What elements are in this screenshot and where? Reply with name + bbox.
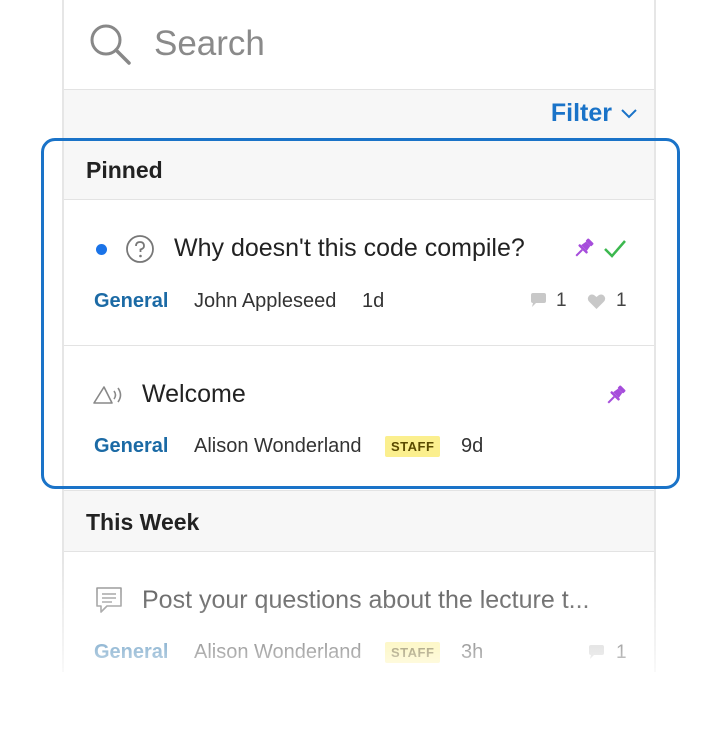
unread-indicator: [96, 244, 107, 255]
thread-author: John Appleseed: [194, 290, 337, 312]
thread-author: Alison Wonderland: [194, 435, 362, 457]
comment-icon: [531, 293, 546, 307]
comment-count: 1: [556, 290, 567, 311]
announcement-icon: [93, 386, 122, 404]
thread-row[interactable]: Why doesn't this code compile? General J…: [64, 200, 654, 345]
thread-category[interactable]: General: [94, 641, 168, 664]
filter-label: Filter: [550, 99, 612, 127]
section-header-this-week: This Week: [64, 490, 654, 552]
heart-icon: [587, 294, 606, 309]
staff-badge: STAFF: [385, 436, 441, 457]
bottom-blank-area: [0, 672, 724, 734]
check-icon: [604, 240, 626, 258]
section-title: This Week: [86, 509, 200, 535]
section-title: Pinned: [86, 157, 163, 183]
discussion-icon: [96, 587, 122, 613]
chevron-down-icon: [621, 108, 637, 118]
thread-category[interactable]: General: [94, 290, 168, 313]
thread-title: Welcome: [142, 380, 246, 408]
thread-row[interactable]: Welcome General Alison Wonderland STAFF …: [64, 346, 654, 490]
thread-row[interactable]: Post your questions about the lecture t.…: [64, 552, 654, 682]
pin-icon: [575, 238, 594, 257]
thread-author: Alison Wonderland: [194, 641, 362, 663]
thread-category[interactable]: General: [94, 435, 168, 458]
search-input[interactable]: [154, 18, 634, 70]
filter-button[interactable]: Filter: [551, 99, 638, 128]
discussion-list-panel: Filter Pinned Why doesn't this code comp…: [62, 0, 656, 734]
staff-badge: STAFF: [385, 642, 441, 663]
search-icon: [90, 24, 131, 65]
thread-time: 9d: [461, 435, 484, 457]
thread-title: Post your questions about the lecture t.…: [142, 586, 590, 614]
comment-icon: [589, 645, 604, 659]
filter-bar: Filter: [64, 90, 654, 140]
thread-title: Why doesn't this code compile?: [174, 234, 525, 262]
like-count: 1: [616, 290, 627, 311]
question-circle-icon: [126, 235, 154, 263]
search-bar: [64, 0, 654, 90]
pin-icon: [607, 385, 626, 404]
thread-time: 1d: [362, 290, 385, 312]
thread-time: 3h: [461, 641, 484, 663]
section-header-pinned: Pinned: [64, 140, 654, 200]
comment-count: 1: [616, 642, 627, 663]
